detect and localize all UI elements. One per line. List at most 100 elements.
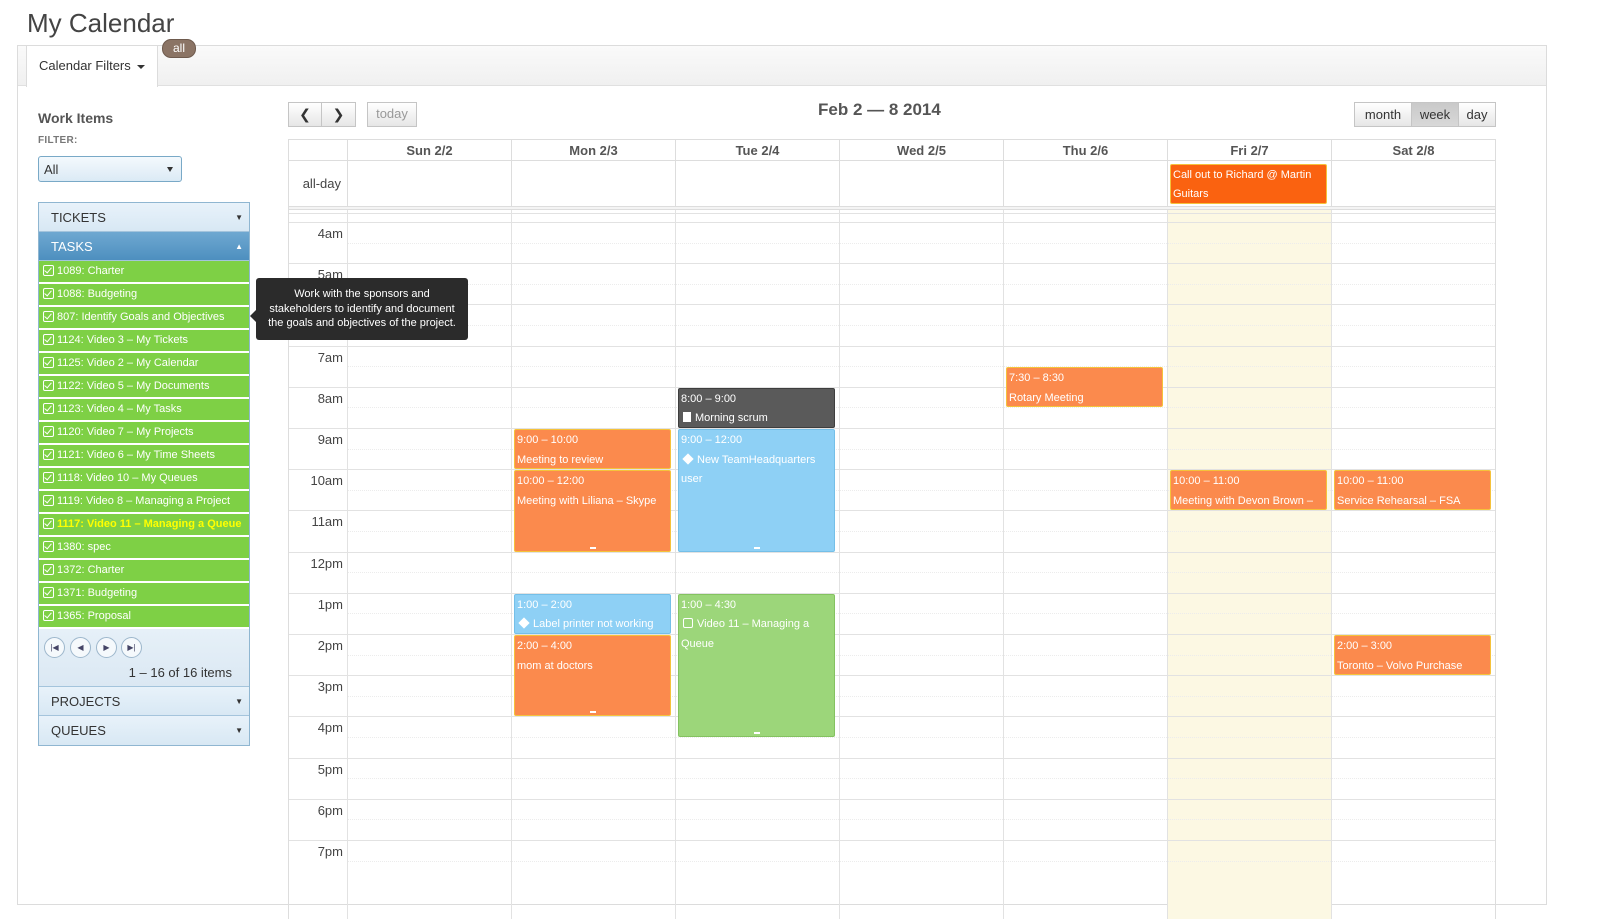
- view-week-button[interactable]: week: [1411, 102, 1459, 127]
- calendar-event[interactable]: 1:00 – 2:00 Label printer not working: [514, 593, 671, 634]
- event-time: 10:00 – 12:00: [517, 475, 585, 488]
- task-label: 1089: Charter: [57, 265, 125, 277]
- allday-cell[interactable]: [511, 161, 675, 206]
- view-day-button[interactable]: day: [1458, 102, 1496, 127]
- event-title-text: mom at doctors: [517, 659, 593, 672]
- resize-handle[interactable]: [753, 731, 760, 734]
- checkbox-icon: [43, 426, 54, 437]
- time-label: 8am: [317, 390, 343, 406]
- expand-arrow-icon: ▼: [235, 697, 243, 706]
- event-title: mom at doctors: [517, 657, 668, 677]
- view-month-button[interactable]: month: [1354, 102, 1412, 127]
- allday-event-title: Call out to Richard @ Martin Guitars: [1173, 169, 1312, 200]
- prev-page-icon[interactable]: ◀: [70, 637, 91, 658]
- task-item[interactable]: 1365: Proposal: [39, 606, 249, 629]
- event-title: Meeting with Devon Brown –: [1173, 492, 1324, 510]
- task-item[interactable]: 1118: Video 10 – My Queues: [39, 468, 249, 491]
- allday-cell[interactable]: [675, 161, 839, 206]
- next-week-button[interactable]: ❯: [321, 102, 356, 127]
- allday-cell[interactable]: [347, 161, 511, 206]
- task-item[interactable]: 1120: Video 7 – My Projects: [39, 422, 249, 445]
- task-item[interactable]: 1121: Video 6 – My Time Sheets: [39, 445, 249, 468]
- half-hour-line: [347, 778, 1495, 780]
- checkbox-icon: [43, 311, 54, 322]
- hour-line: [289, 304, 1495, 306]
- hour-line: [289, 345, 1495, 347]
- today-button[interactable]: today: [367, 102, 417, 127]
- task-item[interactable]: 1380: spec: [39, 537, 249, 560]
- calendar-filters-tab[interactable]: Calendar Filters all: [26, 39, 197, 87]
- half-hour-line: [347, 325, 1495, 326]
- event-time: 10:00 – 11:00: [1337, 475, 1404, 488]
- event-title: New TeamHeadquarters user: [681, 451, 832, 490]
- allday-event[interactable]: Call out to Richard @ Martin Guitars: [1170, 164, 1327, 204]
- time-label: 2pm: [317, 638, 343, 653]
- pager-info: 1 – 16 of 16 items: [128, 665, 232, 680]
- allday-cell[interactable]: [839, 161, 1003, 206]
- task-item[interactable]: 807: Identify Goals and Objectives: [39, 307, 249, 330]
- time-axis-header: [289, 139, 347, 161]
- time-label: 4am: [317, 226, 343, 241]
- first-page-icon[interactable]: |◀: [44, 637, 65, 658]
- section-queues-header[interactable]: QUEUES ▼: [39, 716, 249, 745]
- time-label: 5pm: [317, 761, 343, 777]
- time-label: 11am: [311, 514, 343, 530]
- calendar-event[interactable]: 10:00 – 12:00 Meeting with Liliana – Skyp…: [514, 470, 671, 552]
- event-title: Video 11 – Managing a Queue: [681, 615, 832, 654]
- hour-line: [289, 675, 1495, 677]
- last-page-icon[interactable]: ▶|: [121, 637, 142, 658]
- allday-label: all-day: [302, 176, 341, 191]
- task-item[interactable]: 1372: Charter: [39, 560, 249, 583]
- event-time: 7:30 – 8:30: [1009, 372, 1065, 385]
- calendar-event[interactable]: 9:00 – 10:00 Meeting to review: [514, 429, 671, 470]
- calendar-event[interactable]: 7:30 – 8:30 Rotary Meeting: [1006, 367, 1163, 408]
- time-slots: 4am5am6am7am8am9am10am11am12pm1pm2pm3pm4…: [289, 210, 1495, 919]
- half-hour-line: [347, 819, 1495, 821]
- hour-line: [289, 510, 1495, 512]
- section-tasks-header[interactable]: TASKS ▲: [39, 232, 249, 261]
- event-time: 1:00 – 2:00: [517, 598, 573, 611]
- calendar-event[interactable]: 9:00 – 12:00 New TeamHeadquarters user: [678, 429, 835, 552]
- allday-cell[interactable]: [1003, 161, 1167, 206]
- resize-handle[interactable]: [589, 711, 596, 714]
- resize-handle[interactable]: [589, 546, 596, 549]
- event-title: Meeting with Liliana – Skype: [517, 492, 668, 512]
- task-item[interactable]: 1123: Video 4 – My Tasks: [39, 399, 249, 422]
- event-title-text: New TeamHeadquarters user: [681, 453, 816, 486]
- resize-handle[interactable]: [753, 546, 760, 549]
- collapse-arrow-icon: ▲: [235, 242, 243, 251]
- event-title-text: Rotary Meeting: [1009, 391, 1084, 404]
- calendar-event[interactable]: 10:00 – 11:00 Service Rehearsal – FSA: [1334, 470, 1491, 511]
- calendar-event[interactable]: 1:00 – 4:30 Video 11 – Managing a Queue: [678, 593, 835, 737]
- day-column-divider: [1167, 210, 1168, 919]
- calendar-event[interactable]: 10:00 – 11:00 Meeting with Devon Brown –: [1170, 470, 1327, 511]
- work-items-filter-select[interactable]: All: [38, 156, 182, 182]
- task-item[interactable]: 1089: Charter: [39, 261, 249, 284]
- calendar-event[interactable]: 8:00 – 9:00 Morning scrum: [678, 387, 835, 428]
- task-item[interactable]: 1088: Budgeting: [39, 284, 249, 307]
- task-item[interactable]: 1124: Video 3 – My Tickets: [39, 330, 249, 353]
- task-item[interactable]: 1117: Video 11 – Managing a Queue: [39, 514, 249, 537]
- task-label: 1119: Video 8 – Managing a Project: [57, 495, 231, 507]
- hour-line: [289, 551, 1495, 553]
- task-item[interactable]: 1119: Video 8 – Managing a Project: [39, 491, 249, 514]
- calendar-event[interactable]: 2:00 – 4:00 mom at doctors: [514, 635, 671, 717]
- expand-arrow-icon: ▼: [235, 213, 243, 222]
- checkbox-icon: [43, 518, 54, 529]
- task-item[interactable]: 1122: Video 5 – My Documents: [39, 376, 249, 399]
- checkbox-icon: [43, 357, 54, 368]
- section-projects-label: PROJECTS: [51, 694, 121, 709]
- event-title-text: Video 11 – Managing a Queue: [681, 618, 810, 650]
- task-item[interactable]: 1371: Budgeting: [39, 583, 249, 606]
- next-page-icon[interactable]: ▶: [96, 637, 117, 658]
- section-tickets-header[interactable]: TICKETS ▼: [39, 203, 249, 232]
- allday-cell[interactable]: [1331, 161, 1495, 206]
- day-header: Mon 2/3: [511, 139, 675, 161]
- calendar-event[interactable]: 2:00 – 3:00 Toronto – Volvo Purchase: [1334, 635, 1491, 676]
- half-hour-line: [347, 737, 1495, 738]
- page-title: My Calendar: [27, 8, 175, 38]
- event-title-text: Label printer not working: [533, 618, 654, 631]
- prev-week-button[interactable]: ❮: [288, 102, 322, 127]
- task-item[interactable]: 1125: Video 2 – My Calendar: [39, 353, 249, 376]
- section-projects-header[interactable]: PROJECTS ▼: [39, 687, 249, 716]
